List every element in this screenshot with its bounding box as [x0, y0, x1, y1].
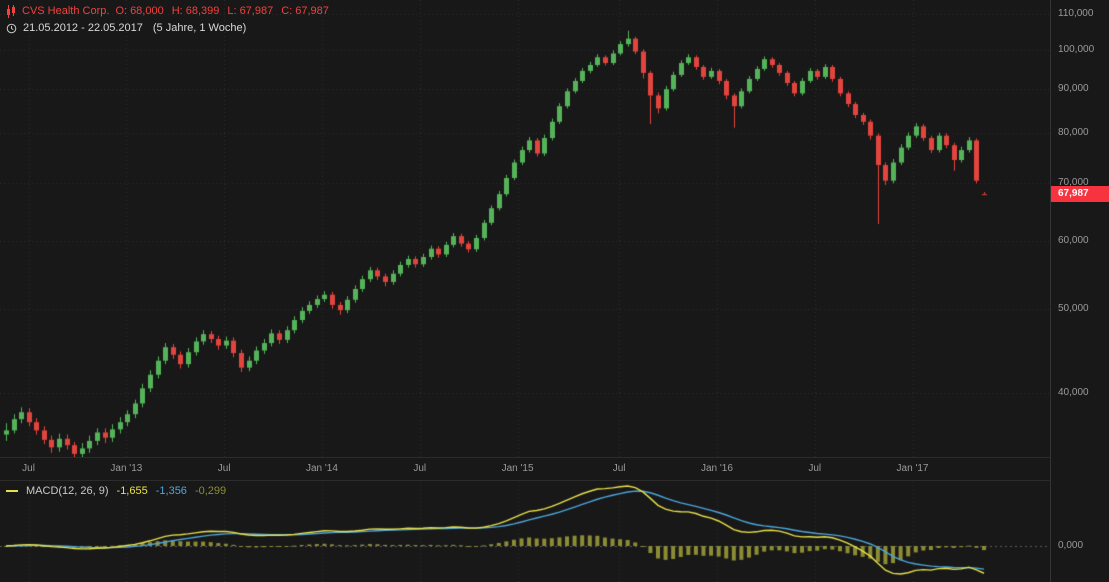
price-tick-label: 90,000: [1051, 82, 1109, 96]
price-tick-label: 80,000: [1051, 126, 1109, 140]
close-label: C:: [281, 4, 292, 18]
instrument-legend: CVS Health Corp. O: 68,000 H: 68,399 L: …: [6, 4, 329, 35]
low-value: 67,987: [240, 4, 274, 18]
macd-value: -1,655: [117, 485, 148, 497]
time-tick-label: Jan '17: [897, 458, 929, 480]
high-value: 68,399: [186, 4, 220, 18]
time-tick-label: Jul: [22, 458, 35, 480]
price-tick-label: 60,000: [1051, 234, 1109, 248]
time-tick-label: Jul: [218, 458, 231, 480]
close-value: 67,987: [295, 4, 329, 18]
open-value: 68,000: [130, 4, 164, 18]
ohlc-readout: O: 68,000 H: 68,399 L: 67,987 C: 67,987: [115, 4, 328, 18]
price-axis[interactable]: 67,987 0,000 110,000100,00090,00080,0007…: [1050, 0, 1109, 582]
price-tick-label: 50,000: [1051, 302, 1109, 316]
time-tick-label: Jan '14: [306, 458, 338, 480]
low-label: L:: [227, 4, 236, 18]
instrument-name[interactable]: CVS Health Corp.: [22, 4, 109, 18]
price-tick-label: 100,000: [1051, 43, 1109, 57]
last-price-badge: 67,987: [1051, 186, 1109, 202]
date-range: 21.05.2012 - 22.05.2017: [23, 21, 143, 35]
instrument-header-row: CVS Health Corp. O: 68,000 H: 68,399 L: …: [6, 4, 329, 18]
candlestick-icon: [6, 5, 16, 18]
time-tick-label: Jul: [808, 458, 821, 480]
time-tick-label: Jul: [613, 458, 626, 480]
high-label: H:: [172, 4, 183, 18]
clock-icon: [6, 23, 17, 34]
time-tick-label: Jul: [413, 458, 426, 480]
timeframe-setting[interactable]: (5 Jahre, 1 Woche): [153, 21, 246, 35]
time-axis[interactable]: Jul Jan '13 Jul Jan '14 Jul Jan '15 Jul Jan '16…: [0, 457, 1050, 481]
price-chart-canvas[interactable]: [0, 0, 1050, 457]
range-header-row: 21.05.2012 - 22.05.2017 (5 Jahre, 1 Woch…: [6, 21, 329, 35]
macd-signal-value: -1,356: [156, 485, 187, 497]
time-tick-label: Jan '15: [502, 458, 534, 480]
time-tick-label: Jan '13: [110, 458, 142, 480]
macd-indicator-label[interactable]: MACD(12, 26, 9): [26, 485, 109, 497]
price-tick-label: 40,000: [1051, 386, 1109, 400]
macd-legend: MACD(12, 26, 9) -1,655 -1,356 -0,299: [6, 485, 226, 497]
time-tick-label: Jan '16: [701, 458, 733, 480]
chart-window: Jul Jan '13 Jul Jan '14 Jul Jan '15 Jul Jan '16…: [0, 0, 1109, 582]
open-label: O:: [115, 4, 127, 18]
macd-zero-label: 0,000: [1051, 539, 1109, 553]
price-tick-label: 110,000: [1051, 7, 1109, 21]
macd-histogram-value: -0,299: [195, 485, 226, 497]
macd-line-icon: [6, 487, 18, 495]
